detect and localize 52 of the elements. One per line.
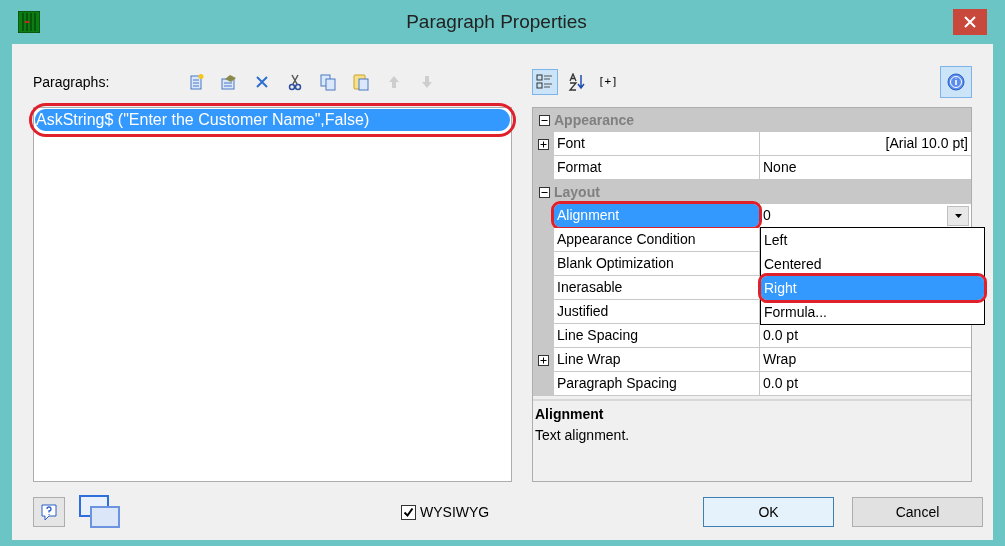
property-name[interactable]: Font bbox=[554, 132, 759, 155]
scissors-icon bbox=[286, 73, 304, 91]
dropdown-option[interactable]: Left bbox=[761, 228, 984, 252]
app-icon bbox=[18, 11, 40, 33]
windows-icon[interactable] bbox=[79, 495, 121, 529]
categorized-list-icon bbox=[536, 73, 554, 91]
close-button[interactable] bbox=[953, 9, 987, 35]
description-text: Text alignment. bbox=[535, 426, 631, 445]
dropdown-option[interactable]: Formula... bbox=[761, 300, 984, 324]
dialog-button[interactable]: Cancel bbox=[852, 497, 983, 527]
property-name[interactable]: Line Spacing bbox=[554, 324, 759, 347]
property-name[interactable]: Line Wrap bbox=[554, 348, 759, 371]
info-icon bbox=[947, 73, 965, 91]
close-icon bbox=[964, 16, 976, 28]
property-value[interactable]: [Arial 10.0 pt] bbox=[760, 133, 971, 154]
property-value[interactable]: 0 bbox=[760, 205, 947, 226]
paste-icon bbox=[352, 73, 370, 91]
dialog-button[interactable]: OK bbox=[703, 497, 834, 527]
paragraphs-label: Paragraphs: bbox=[33, 72, 111, 92]
property-value[interactable]: Wrap bbox=[760, 349, 971, 370]
property-name[interactable]: Blank Optimization bbox=[554, 252, 759, 275]
help-button[interactable] bbox=[33, 497, 65, 527]
collapse-icon[interactable] bbox=[539, 186, 550, 198]
collapse-icon[interactable] bbox=[539, 114, 550, 126]
expand-all-button[interactable]: [+] bbox=[596, 73, 620, 91]
info-button[interactable] bbox=[940, 66, 972, 98]
category-label: Appearance bbox=[554, 110, 635, 130]
expand-icon[interactable] bbox=[538, 354, 549, 366]
checkbox[interactable] bbox=[401, 504, 416, 520]
property-value[interactable]: 0.0 pt bbox=[760, 373, 971, 394]
window-title: Paragraph Properties bbox=[405, 9, 588, 34]
categorized-view-button[interactable] bbox=[532, 69, 558, 95]
property-name[interactable]: Inerasable bbox=[554, 276, 759, 299]
description-title: Alignment bbox=[535, 405, 605, 424]
caret-icon bbox=[954, 213, 962, 218]
sort-az-icon bbox=[568, 73, 586, 91]
property-name[interactable]: Paragraph Spacing bbox=[554, 372, 759, 395]
property-value[interactable]: 0.0 pt bbox=[760, 325, 971, 346]
category-label: Layout bbox=[554, 182, 600, 202]
new-document-icon bbox=[187, 73, 205, 91]
checkmark-icon bbox=[403, 506, 414, 518]
expand-icon[interactable] bbox=[538, 138, 549, 150]
property-name[interactable]: Justified bbox=[554, 300, 759, 323]
wysiwyg-checkbox[interactable]: WYSIWYG bbox=[401, 501, 490, 523]
help-icon bbox=[40, 503, 58, 521]
dropdown-option[interactable]: Centered bbox=[761, 252, 984, 276]
property-name[interactable]: Appearance Condition bbox=[554, 228, 759, 251]
property-value[interactable]: None bbox=[760, 157, 971, 178]
property-name[interactable]: Format bbox=[554, 156, 759, 179]
copy-icon bbox=[319, 73, 337, 91]
dropdown-button[interactable] bbox=[947, 205, 969, 226]
properties-icon bbox=[220, 73, 238, 91]
